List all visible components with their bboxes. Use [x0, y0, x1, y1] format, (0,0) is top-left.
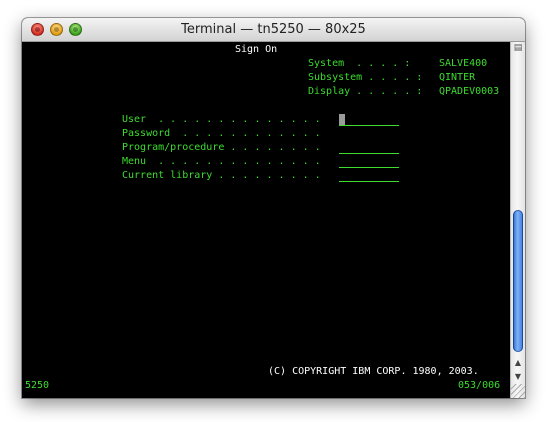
- subsystem-label: Subsystem . . . . :: [308, 72, 423, 83]
- current-library-label: Current library . . . . . . . . .: [122, 170, 321, 181]
- program-procedure-input[interactable]: [339, 153, 399, 154]
- terminal-screen[interactable]: Sign On System . . . . : SALVE400 Subsys…: [22, 42, 510, 398]
- subsystem-value: QINTER: [439, 72, 476, 83]
- text-cursor: [339, 114, 345, 125]
- terminal-window: Terminal — tn5250 — 80x25 Sign On System…: [22, 18, 525, 398]
- display-value: QPADEV0003: [439, 86, 500, 97]
- password-label: Password . . . . . . . . . . . .: [122, 128, 321, 139]
- title-bar[interactable]: Terminal — tn5250 — 80x25: [22, 18, 525, 42]
- current-library-input[interactable]: [339, 181, 399, 182]
- split-view-icon[interactable]: ▤: [513, 43, 523, 53]
- user-input[interactable]: [339, 125, 399, 126]
- program-procedure-label: Program/procedure . . . . . . . .: [122, 142, 321, 153]
- display-label: Display . . . . . :: [308, 86, 423, 97]
- menu-input[interactable]: [339, 167, 399, 168]
- copyright-notice: (C) COPYRIGHT IBM CORP. 1980, 2003.: [268, 366, 479, 377]
- system-value: SALVE400: [439, 58, 488, 69]
- terminal-type-indicator: 5250: [25, 380, 50, 391]
- window-title: Terminal — tn5250 — 80x25: [181, 22, 366, 37]
- system-label: System . . . . :: [308, 58, 411, 69]
- scroll-up-arrow-icon[interactable]: ▲: [511, 356, 525, 370]
- vertical-scrollbar[interactable]: ▤ ▲ ▼: [510, 42, 525, 398]
- user-label: User . . . . . . . . . . . . . .: [122, 114, 321, 125]
- cursor-position-indicator: 053/006: [458, 380, 501, 391]
- resize-grip-icon[interactable]: [511, 384, 525, 398]
- scrollbar-thumb[interactable]: [513, 210, 523, 352]
- scroll-down-arrow-icon[interactable]: ▼: [511, 370, 525, 384]
- menu-label: Menu . . . . . . . . . . . . . .: [122, 156, 321, 167]
- screen-header: Sign On: [235, 44, 278, 55]
